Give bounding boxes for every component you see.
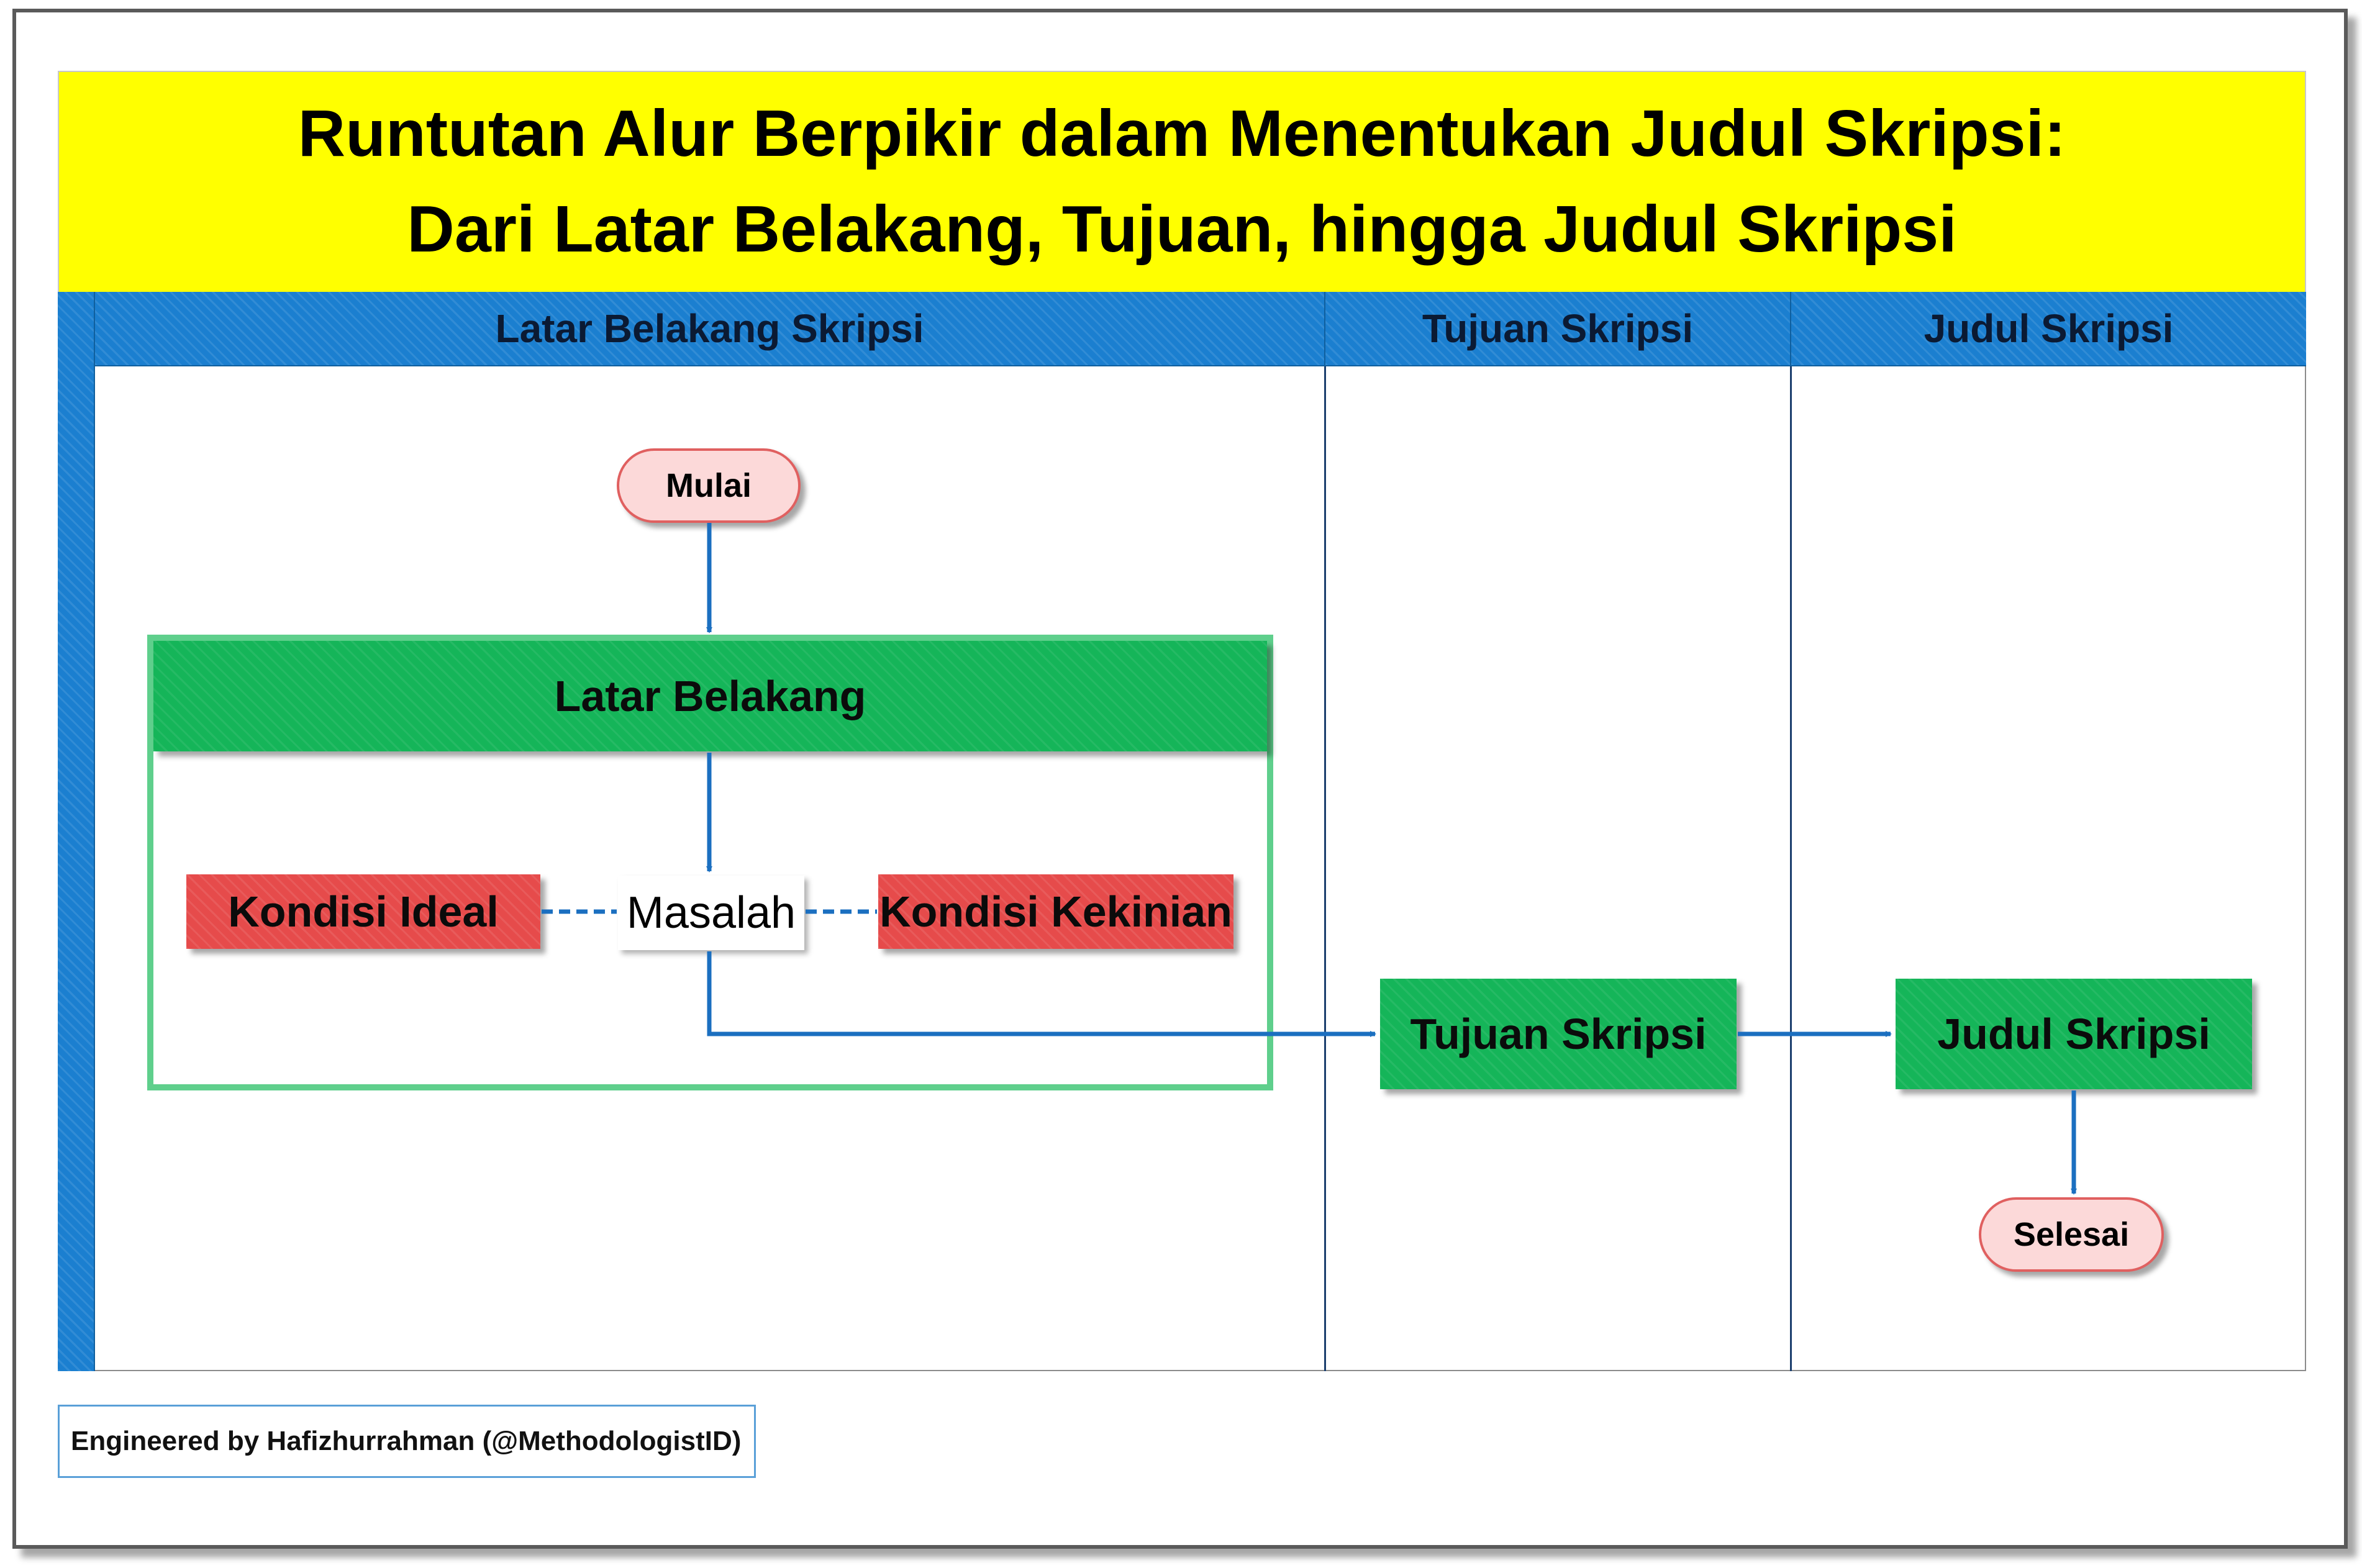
pool-header-strip [58, 292, 95, 1371]
lane-divider-1 [1324, 366, 1326, 1371]
lane-header-latar-belakang: Latar Belakang Skripsi [95, 292, 1325, 366]
lane-header-judul: Judul Skripsi [1791, 292, 2306, 366]
masalah-box[interactable]: Masalah [618, 876, 804, 950]
credit-label: Engineered by Hafizhurrahman (@Methodolo… [58, 1405, 756, 1478]
kondisi-kekinian-box[interactable]: Kondisi Kekinian [878, 874, 1233, 949]
title-line-1: Runtutan Alur Berpikir dalam Menentukan … [298, 97, 2066, 171]
title-line-2: Dari Latar Belakang, Tujuan, hingga Judu… [407, 193, 1957, 266]
lane-divider-2 [1790, 366, 1792, 1371]
judul-skripsi-box[interactable]: Judul Skripsi [1896, 979, 2252, 1089]
latar-belakang-header[interactable]: Latar Belakang [153, 641, 1267, 751]
lane-header-tujuan: Tujuan Skripsi [1325, 292, 1791, 366]
kondisi-ideal-box[interactable]: Kondisi Ideal [186, 874, 540, 949]
title-banner: Runtutan Alur Berpikir dalam Menentukan … [58, 71, 2306, 293]
end-terminator[interactable]: Selesai [1979, 1197, 2164, 1272]
start-terminator[interactable]: Mulai [617, 448, 801, 523]
tujuan-skripsi-box[interactable]: Tujuan Skripsi [1380, 979, 1737, 1089]
